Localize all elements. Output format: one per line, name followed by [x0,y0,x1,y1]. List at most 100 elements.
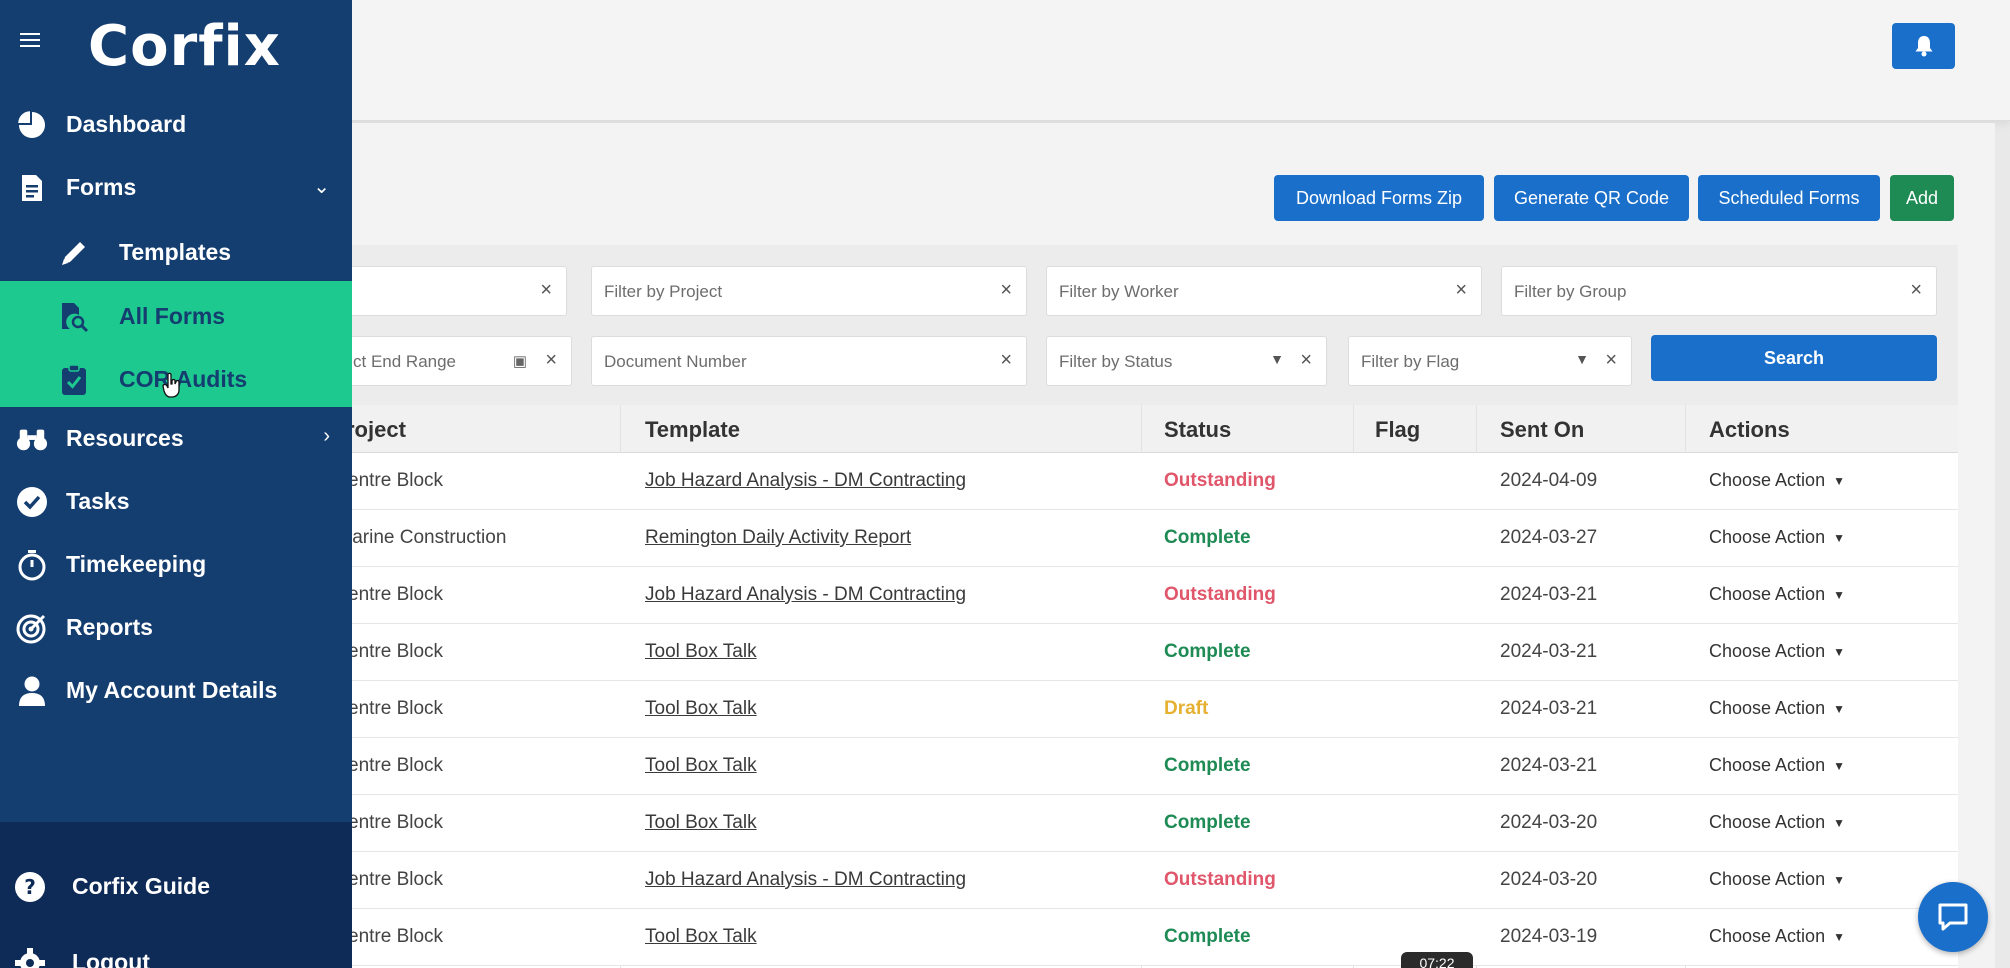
clear-icon[interactable]: × [1000,349,1012,372]
sidebar: Corfix Dashboard Forms ⌄ Templates All F… [0,0,352,968]
choose-action-dropdown[interactable]: Choose Action ▼ [1709,470,1845,491]
clear-icon[interactable]: × [1605,349,1617,372]
calendar-icon[interactable]: ▣ [513,352,527,370]
end-range-date-input[interactable]: ct End Range ▣ × [340,336,572,386]
search-button[interactable]: Search [1651,335,1937,381]
choose-action-label: Choose Action [1709,812,1826,832]
hand-cursor-icon [162,372,180,398]
cell-sent-on: 2024-03-21 [1500,698,1598,719]
status-text: Complete [1164,755,1251,776]
table-row: entre Block Tool Box Talk Complete 2024-03-… [340,795,1958,852]
sidebar-item-label: Timekeeping [66,551,207,577]
scheduled-forms-button[interactable]: Scheduled Forms [1698,175,1880,221]
table-row: entre Block Tool Box Talk Complete 2024-03-… [340,909,1958,966]
document-search-icon [58,301,90,333]
choose-action-dropdown[interactable]: Choose Action ▼ [1709,755,1845,776]
sidebar-item-label: Logout [72,949,150,968]
filter-by-project-input[interactable]: Filter by Project × [591,266,1027,316]
template-link[interactable]: Tool Box Talk [645,698,757,720]
clear-icon[interactable]: × [1910,279,1922,302]
caret-down-icon: ▼ [1833,816,1845,831]
column-header-template[interactable]: Template [645,417,740,443]
filter-by-group-input[interactable]: Filter by Group × [1501,266,1937,316]
pie-chart-icon [16,109,48,141]
filter-placeholder: Filter by Group [1514,282,1627,301]
filter-by-status-select[interactable]: Filter by Status ▼ × [1046,336,1327,386]
sidebar-footer: ? Corfix Guide Logout [0,822,352,968]
clear-icon[interactable]: × [1000,279,1012,302]
caret-down-icon: ▼ [1833,873,1845,888]
cell-project: entre Block [348,584,444,605]
template-link[interactable]: Job Hazard Analysis - DM Contracting [645,584,966,606]
column-header-status[interactable]: Status [1164,417,1231,443]
template-link[interactable]: Job Hazard Analysis - DM Contracting [645,869,966,891]
chat-icon [1938,903,1968,931]
choose-action-dropdown[interactable]: Choose Action ▼ [1709,926,1845,947]
choose-action-dropdown[interactable]: Choose Action ▼ [1709,584,1845,605]
choose-action-label: Choose Action [1709,869,1826,889]
template-link[interactable]: Tool Box Talk [645,812,757,834]
sidebar-item-templates[interactable]: Templates [0,227,352,277]
forms-table: roject Template Status Flag Sent On Acti… [340,405,1958,968]
clear-icon[interactable]: × [1455,279,1467,302]
template-link[interactable]: Tool Box Talk [645,641,757,663]
sidebar-item-label: Tasks [66,488,130,514]
column-header-actions: Actions [1709,417,1790,442]
filter-placeholder: Filter by Project [604,282,723,301]
cell-sent-on: 2024-03-27 [1500,527,1598,548]
sidebar-item-forms[interactable]: Forms ⌄ [0,162,352,212]
template-link[interactable]: Tool Box Talk [645,926,757,948]
caret-down-icon: ▼ [1575,351,1589,367]
binoculars-icon [16,423,48,455]
column-header-project[interactable]: roject [346,417,406,443]
filter-field-partial[interactable]: × [340,266,567,316]
choose-action-dropdown[interactable]: Choose Action ▼ [1709,812,1845,833]
sidebar-item-my-account[interactable]: My Account Details [0,665,352,715]
video-timestamp: 07:22 [1401,952,1473,968]
sidebar-item-all-forms[interactable]: All Forms [0,291,352,341]
sidebar-item-label: Resources [66,425,184,451]
sidebar-item-logout[interactable]: Logout [0,937,352,968]
sidebar-item-dashboard[interactable]: Dashboard [0,99,352,149]
choose-action-dropdown[interactable]: Choose Action ▼ [1709,641,1845,662]
template-link[interactable]: Job Hazard Analysis - DM Contracting [645,470,966,492]
cell-sent-on: 2024-03-21 [1500,641,1598,662]
cell-project: entre Block [348,812,444,833]
document-number-input[interactable]: Document Number × [591,336,1027,386]
table-row: entre Block Tool Box Talk Complete 2024-03-… [340,624,1958,681]
sidebar-item-corfix-guide[interactable]: ? Corfix Guide [0,861,352,911]
caret-down-icon: ▼ [1833,930,1845,945]
cell-project: entre Block [348,641,444,662]
sidebar-item-tasks[interactable]: Tasks [0,476,352,526]
filter-by-flag-select[interactable]: Filter by Flag ▼ × [1348,336,1632,386]
notifications-button[interactable] [1892,23,1955,69]
column-header-flag[interactable]: Flag [1375,417,1420,443]
hamburger-menu-icon[interactable] [20,33,40,49]
choose-action-dropdown[interactable]: Choose Action ▼ [1709,869,1845,890]
template-link[interactable]: Remington Daily Activity Report [645,527,911,549]
table-row: larine Construction Remington Daily Activ… [340,510,1958,567]
filter-by-worker-input[interactable]: Filter by Worker × [1046,266,1482,316]
caret-down-icon: ▼ [1270,351,1284,367]
download-forms-zip-button[interactable]: Download Forms Zip [1274,175,1484,221]
chat-button[interactable] [1918,882,1988,952]
choose-action-label: Choose Action [1709,698,1826,718]
generate-qr-code-button[interactable]: Generate QR Code [1494,175,1689,221]
clear-icon[interactable]: × [540,279,552,302]
cell-sent-on: 2024-03-21 [1500,584,1598,605]
add-button[interactable]: Add [1890,175,1954,221]
sidebar-item-label: COR Audits [119,366,248,392]
sidebar-item-reports[interactable]: Reports [0,602,352,652]
sidebar-item-label: Dashboard [66,111,187,137]
user-icon [16,675,48,707]
sidebar-item-timekeeping[interactable]: Timekeeping [0,539,352,589]
sidebar-item-resources[interactable]: Resources › [0,413,352,463]
choose-action-dropdown[interactable]: Choose Action ▼ [1709,527,1845,548]
column-header-sent-on[interactable]: Sent On [1500,417,1584,443]
clear-icon[interactable]: × [1300,349,1312,372]
choose-action-dropdown[interactable]: Choose Action ▼ [1709,698,1845,719]
clear-icon[interactable]: × [545,349,557,372]
sidebar-item-label: My Account Details [66,677,278,703]
template-link[interactable]: Tool Box Talk [645,755,757,777]
table-row: entre Block Tool Box Talk Draft 2024-03-21 C… [340,681,1958,738]
